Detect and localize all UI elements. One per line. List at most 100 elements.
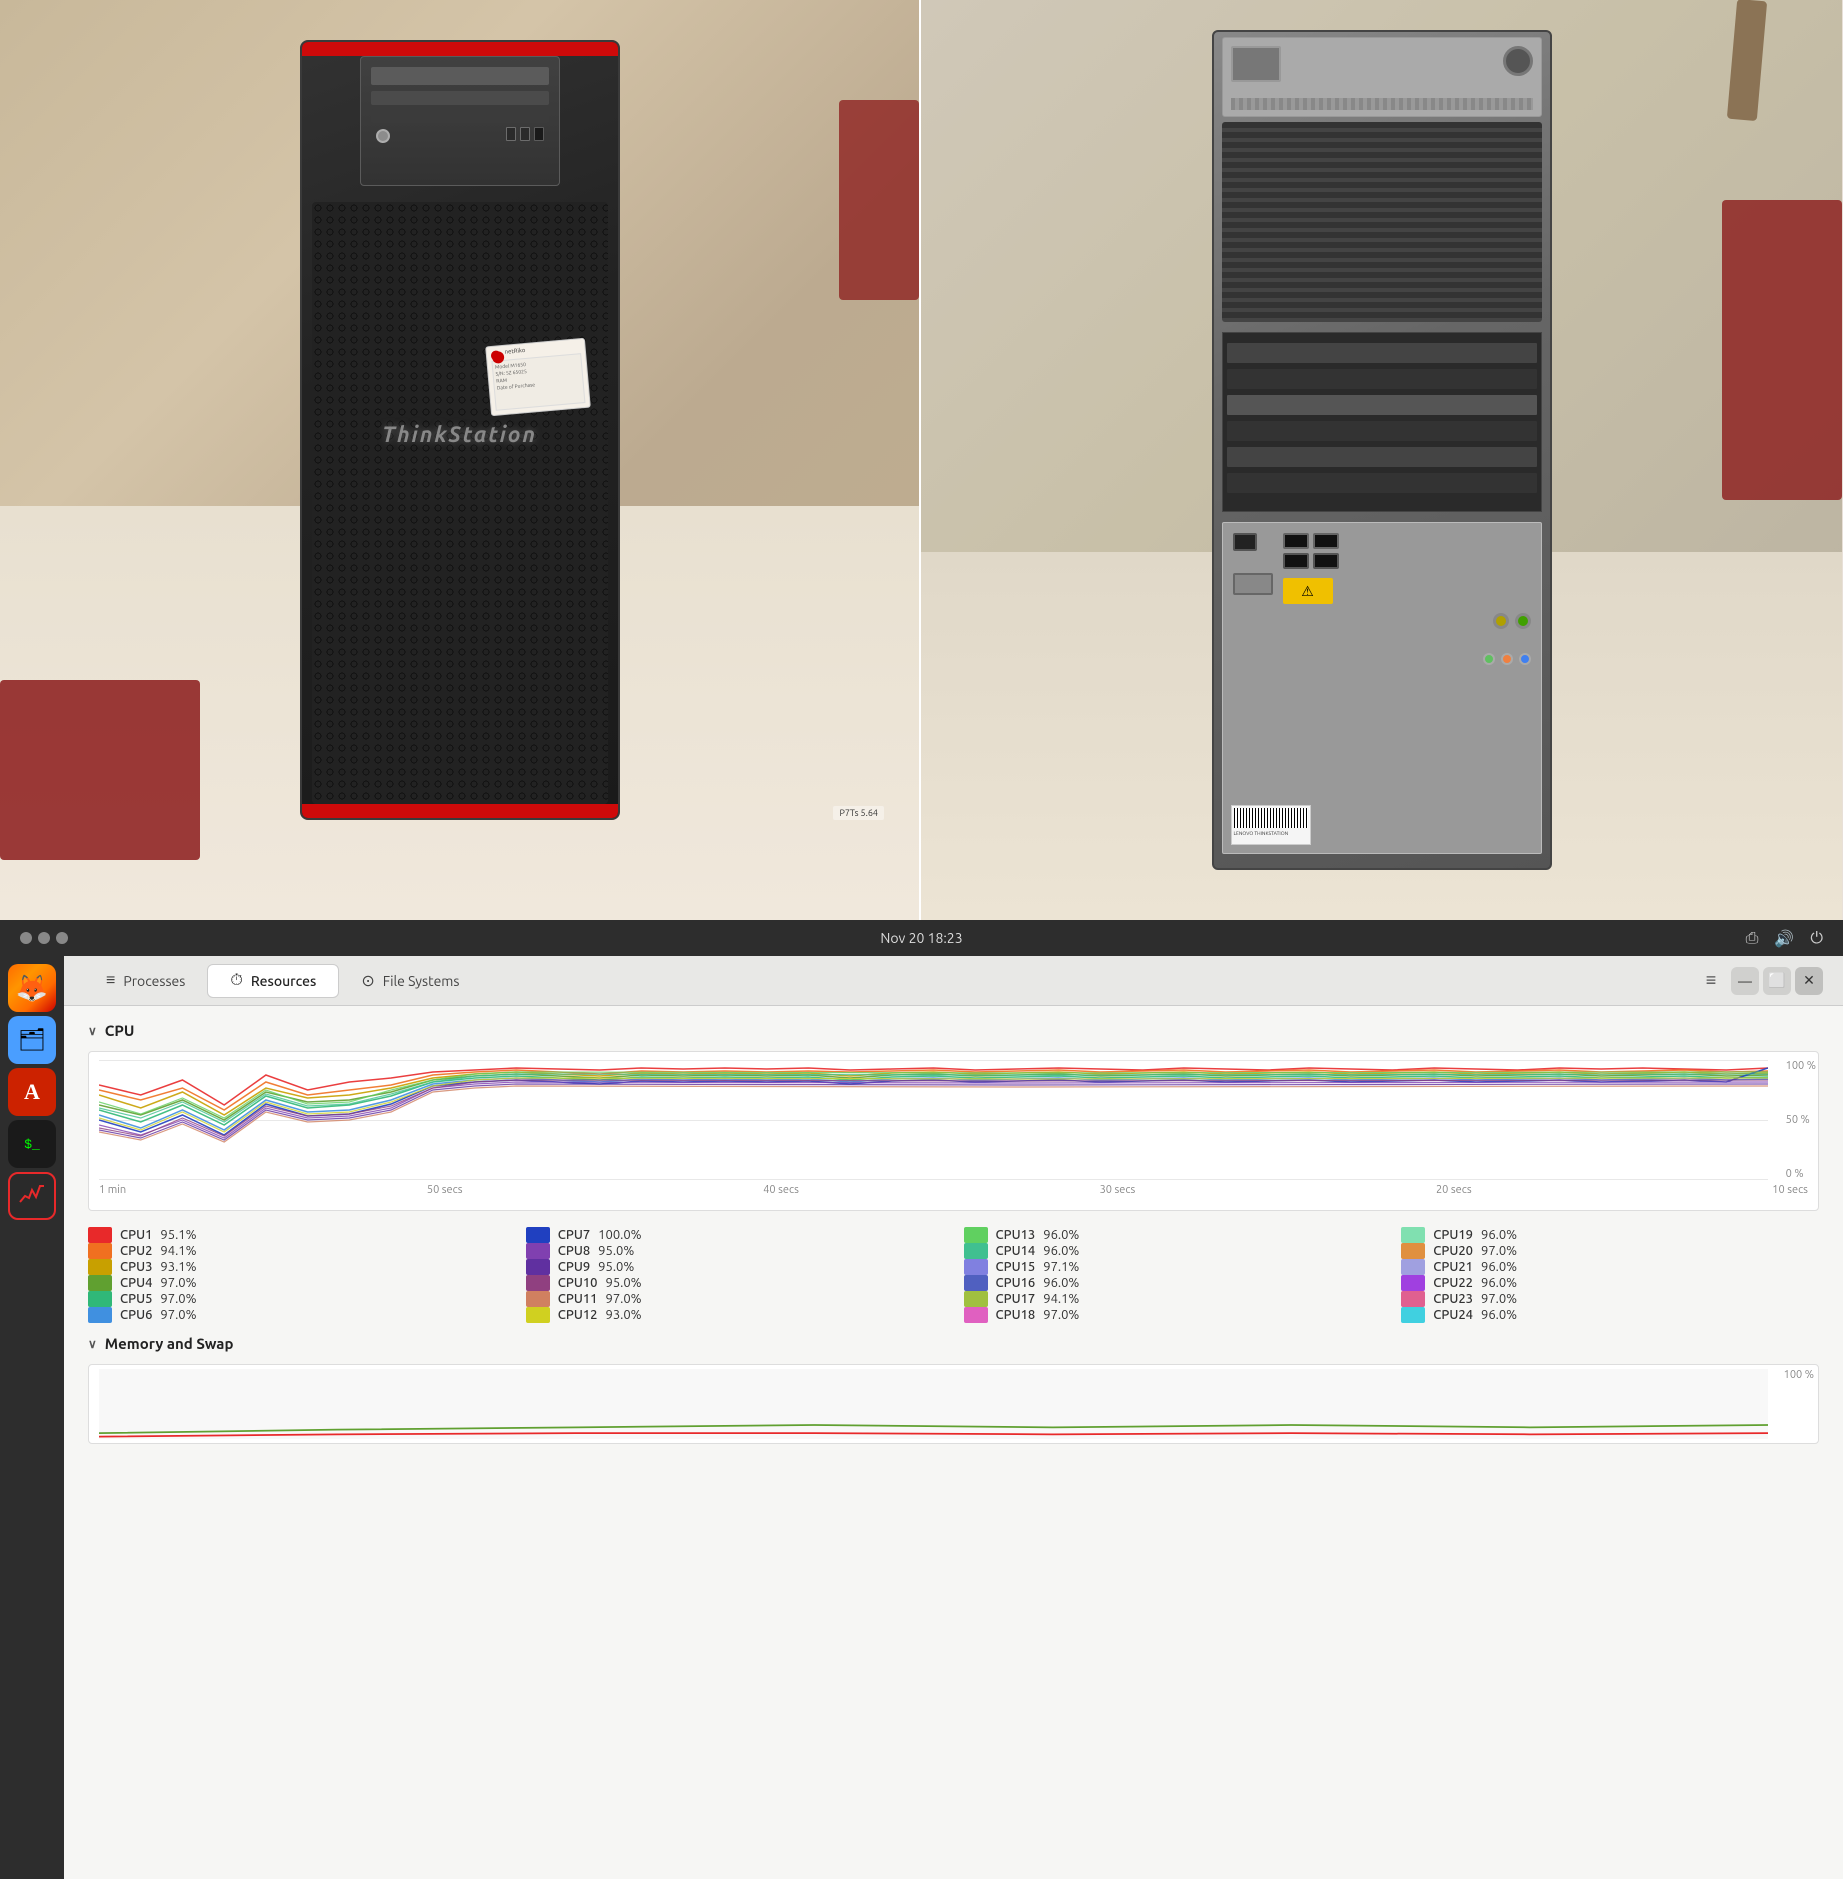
legend-value: 95.1% <box>160 1228 196 1242</box>
legend-name: CPU5 <box>120 1292 152 1306</box>
legend-item-cpu14: CPU14 96.0% <box>964 1243 1382 1259</box>
legend-color <box>88 1259 112 1275</box>
legend-name: CPU6 <box>120 1308 152 1322</box>
legend-item-cpu10: CPU10 95.0% <box>526 1275 944 1291</box>
legend-name: CPU15 <box>996 1260 1036 1274</box>
legend-value: 95.0% <box>598 1244 634 1258</box>
sidebar-icon-monitor[interactable] <box>8 1172 56 1220</box>
maximize-button[interactable]: ⬜ <box>1763 967 1791 995</box>
cpu-lines-svg <box>99 1060 1768 1180</box>
scroll-content[interactable]: ∨ CPU <box>64 1006 1843 1879</box>
legend-name: CPU23 <box>1433 1292 1473 1306</box>
legend-color <box>526 1291 550 1307</box>
legend-item-cpu17: CPU17 94.1% <box>964 1291 1382 1307</box>
legend-value: 96.0% <box>1043 1276 1079 1290</box>
legend-value: 97.0% <box>160 1308 196 1322</box>
tab-filesystems-label: File Systems <box>383 973 460 989</box>
legend-value: 97.0% <box>605 1292 641 1306</box>
legend-name: CPU21 <box>1433 1260 1473 1274</box>
legend-name: CPU13 <box>996 1228 1036 1242</box>
cpu-collapse-arrow[interactable]: ∨ <box>88 1024 97 1038</box>
legend-item-cpu13: CPU13 96.0% <box>964 1227 1382 1243</box>
y-label-100: 100 % <box>1786 1060 1816 1072</box>
close-button[interactable]: ✕ <box>1795 967 1823 995</box>
memory-y-100: 100 % <box>1784 1369 1814 1381</box>
legend-item-cpu2: CPU2 94.1% <box>88 1243 506 1259</box>
legend-color <box>964 1259 988 1275</box>
legend-item-cpu21: CPU21 96.0% <box>1401 1259 1819 1275</box>
resources-icon: ⏱ <box>230 971 242 990</box>
legend-name: CPU9 <box>558 1260 590 1274</box>
legend-item-cpu9: CPU9 95.0% <box>526 1259 944 1275</box>
sidebar-icon-appstore[interactable]: A <box>8 1068 56 1116</box>
legend-name: CPU17 <box>996 1292 1036 1306</box>
legend-value: 100.0% <box>598 1228 641 1242</box>
cpu-section-header: ∨ CPU <box>88 1022 1819 1039</box>
photos-section: ThinkStation netRiko Model M1650S/N: 5Z … <box>0 0 1843 920</box>
legend-color <box>88 1275 112 1291</box>
legend-name: CPU12 <box>558 1308 598 1322</box>
sidebar-icon-files[interactable]: 🗂 <box>8 1016 56 1064</box>
legend-item-cpu24: CPU24 96.0% <box>1401 1307 1819 1323</box>
processes-icon: ≡ <box>106 971 115 990</box>
menu-button[interactable]: ≡ <box>1695 965 1727 997</box>
legend-name: CPU16 <box>996 1276 1036 1290</box>
sidebar-icon-firefox[interactable]: 🦊 <box>8 964 56 1012</box>
dot-3 <box>56 932 68 944</box>
legend-color <box>964 1275 988 1291</box>
legend-value: 96.0% <box>1481 1308 1517 1322</box>
legend-value: 93.0% <box>605 1308 641 1322</box>
legend-item-cpu12: CPU12 93.0% <box>526 1307 944 1323</box>
tab-processes-label: Processes <box>123 973 185 989</box>
tab-processes[interactable]: ≡ Processes <box>84 964 207 998</box>
title-bar: Nov 20 18:23 ⎙ 🔊 ⏻ <box>0 920 1843 956</box>
y-label-0: 0 % <box>1786 1168 1816 1180</box>
legend-color <box>1401 1227 1425 1243</box>
memory-section-header: ∨ Memory and Swap <box>88 1335 1819 1352</box>
x-label-30s: 30 secs <box>1100 1184 1136 1196</box>
legend-value: 97.1% <box>1043 1260 1079 1274</box>
sidebar: 🦊 🗂 A $_ <box>0 956 64 1879</box>
legend-item-cpu18: CPU18 97.0% <box>964 1307 1382 1323</box>
x-label-10s: 10 secs <box>1772 1184 1808 1196</box>
legend-value: 97.0% <box>160 1276 196 1290</box>
legend-color <box>526 1307 550 1323</box>
legend-item-cpu6: CPU6 97.0% <box>88 1307 506 1323</box>
tab-filesystems[interactable]: ⊙ File Systems <box>339 964 481 998</box>
legend-value: 96.0% <box>1481 1260 1517 1274</box>
x-label-40s: 40 secs <box>763 1184 799 1196</box>
x-label-50s: 50 secs <box>427 1184 463 1196</box>
monitor-section: Nov 20 18:23 ⎙ 🔊 ⏻ 🦊 🗂 A $_ <box>0 920 1843 1843</box>
legend-value: 96.0% <box>1043 1244 1079 1258</box>
legend-value: 93.1% <box>160 1260 196 1274</box>
legend-value: 97.0% <box>160 1292 196 1306</box>
tab-bar: ≡ Processes ⏱ Resources ⊙ File Systems ≡… <box>64 956 1843 1006</box>
legend-item-cpu23: CPU23 97.0% <box>1401 1291 1819 1307</box>
tab-resources[interactable]: ⏱ Resources <box>207 964 339 998</box>
legend-color <box>88 1243 112 1259</box>
legend-value: 96.0% <box>1043 1228 1079 1242</box>
y-label-50: 50 % <box>1786 1114 1816 1126</box>
sidebar-icon-terminal[interactable]: $_ <box>8 1120 56 1168</box>
legend-name: CPU14 <box>996 1244 1036 1258</box>
legend-item-cpu4: CPU4 97.0% <box>88 1275 506 1291</box>
legend-name: CPU11 <box>558 1292 598 1306</box>
memory-chart-inner <box>99 1369 1768 1439</box>
legend-name: CPU18 <box>996 1308 1036 1322</box>
power-icon: ⏻ <box>1810 929 1823 948</box>
minimize-button[interactable]: — <box>1731 967 1759 995</box>
title-bar-icons: ⎙ 🔊 ⏻ <box>1746 929 1823 948</box>
legend-color <box>964 1307 988 1323</box>
dot-2 <box>38 932 50 944</box>
legend-name: CPU7 <box>558 1228 590 1242</box>
legend-item-cpu22: CPU22 96.0% <box>1401 1275 1819 1291</box>
legend-name: CPU1 <box>120 1228 152 1242</box>
legend-item-cpu20: CPU20 97.0% <box>1401 1243 1819 1259</box>
title-bar-dots <box>20 932 68 944</box>
legend-item-cpu1: CPU1 95.1% <box>88 1227 506 1243</box>
legend-name: CPU22 <box>1433 1276 1473 1290</box>
cpu-title: CPU <box>105 1022 135 1039</box>
legend-name: CPU19 <box>1433 1228 1473 1242</box>
memory-collapse-arrow[interactable]: ∨ <box>88 1337 97 1351</box>
dot-1 <box>20 932 32 944</box>
